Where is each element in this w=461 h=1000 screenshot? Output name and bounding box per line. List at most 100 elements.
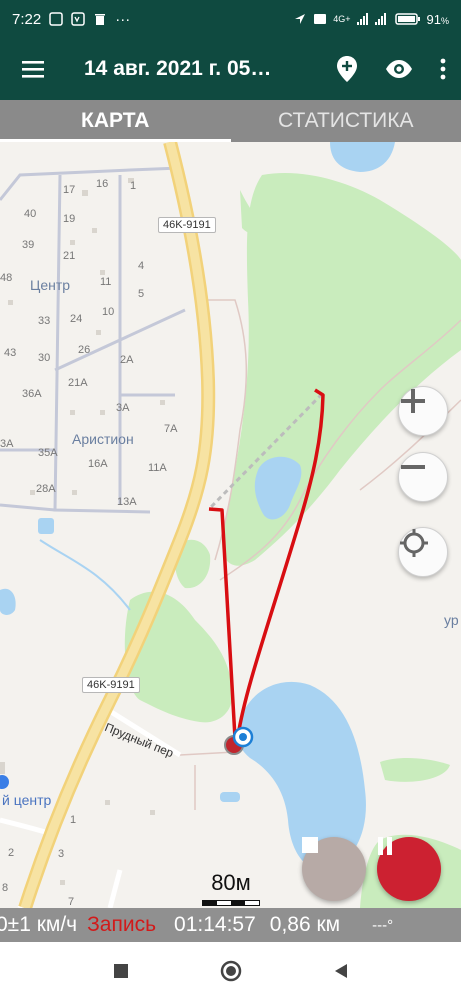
home-button[interactable] xyxy=(211,951,251,991)
road-label: 46K-9191 xyxy=(158,217,216,233)
house-number: 8 xyxy=(2,882,9,894)
buildings xyxy=(0,178,165,885)
add-marker-button[interactable] xyxy=(321,38,373,100)
house-number: 17 xyxy=(63,184,76,196)
house-number: 35A xyxy=(38,447,58,459)
area-label: Центр xyxy=(30,277,71,293)
plus-icon xyxy=(401,389,425,413)
vk-icon xyxy=(71,12,85,26)
trash-icon xyxy=(95,14,106,25)
minus-icon xyxy=(401,465,425,469)
road-label: 46K-9191 xyxy=(82,677,140,693)
status-time: 7:22 xyxy=(12,10,42,28)
signal-icon xyxy=(356,13,386,25)
tab-bar: КАРТА СТАТИСТИКА xyxy=(0,100,461,142)
more-vert-icon xyxy=(440,58,446,80)
duration-value: 01:14:57 xyxy=(174,913,256,936)
zoom-in-button[interactable] xyxy=(398,386,448,436)
battery-level: 91% xyxy=(427,12,449,27)
scale-label: 80м xyxy=(211,870,251,895)
house-number: 3 xyxy=(58,848,65,860)
app-bar: 14 авг. 2021 г. 05… xyxy=(0,38,461,100)
water-area xyxy=(0,588,16,615)
house-number: 16A xyxy=(88,458,108,470)
place-label: й центр xyxy=(2,792,52,808)
water-area xyxy=(220,792,240,802)
add-marker-icon xyxy=(337,56,357,82)
back-button[interactable] xyxy=(321,951,361,991)
house-number: 16 xyxy=(96,178,109,190)
zoom-out-button[interactable] xyxy=(398,452,448,502)
eye-icon xyxy=(386,60,412,78)
scale-bar xyxy=(202,900,260,906)
place-label: ур xyxy=(444,612,459,628)
house-number: 2A xyxy=(120,354,134,366)
pause-recording-button[interactable] xyxy=(377,837,441,901)
house-number: 2 xyxy=(8,847,15,859)
house-number: 3A xyxy=(0,438,14,450)
house-number: 33 xyxy=(38,315,51,327)
back-icon xyxy=(334,964,347,978)
house-number: 30 xyxy=(38,352,51,364)
house-number: 21 xyxy=(63,250,76,262)
hamburger-icon xyxy=(22,61,44,78)
battery-value: 91 xyxy=(426,11,441,27)
house-number: 11A xyxy=(148,462,167,474)
network-type: 4G+ xyxy=(333,14,351,24)
speed-value: 0±1 км/ч xyxy=(0,913,78,936)
house-number: 36A xyxy=(22,388,42,400)
tracking-info-bar: 0±1 км/ч Запись 01:14:57 0,86 км ---° xyxy=(0,908,461,942)
water-area xyxy=(38,518,54,534)
house-number: 7A xyxy=(164,423,178,435)
my-location-button[interactable] xyxy=(398,527,448,577)
house-number: 21A xyxy=(68,377,88,389)
recents-button[interactable] xyxy=(101,951,141,991)
house-number: 24 xyxy=(70,313,83,325)
house-number: 19 xyxy=(63,213,76,225)
recents-icon xyxy=(113,964,128,978)
battery-icon xyxy=(394,13,420,25)
house-number: 39 xyxy=(22,239,35,251)
house-number: 48 xyxy=(0,272,13,284)
house-number: 13A xyxy=(117,496,137,508)
poi-pin-icon xyxy=(0,775,9,789)
house-number: 4 xyxy=(138,260,145,272)
tab-statistics[interactable]: СТАТИСТИКА xyxy=(231,100,461,142)
battery-unit: % xyxy=(440,15,449,26)
status-more: ··· xyxy=(115,10,131,28)
message-icon xyxy=(49,12,63,26)
crosshair-icon xyxy=(400,529,428,557)
tab-map[interactable]: КАРТА xyxy=(0,100,231,142)
pause-icon xyxy=(378,837,392,855)
forest-area xyxy=(124,591,233,723)
area-label: Аристион xyxy=(72,431,134,447)
house-number: 1 xyxy=(130,180,137,192)
house-number: 7 xyxy=(68,896,75,908)
stream xyxy=(39,539,131,611)
location-arrow-icon xyxy=(295,14,306,24)
map-view[interactable]: 46K-9191 46K-9191 Центр Аристион Прудный… xyxy=(0,142,461,908)
menu-button[interactable] xyxy=(0,38,66,100)
house-number: 3A xyxy=(116,402,130,414)
house-number: 5 xyxy=(138,288,145,300)
house-number: 11 xyxy=(100,276,112,288)
recording-status: Запись xyxy=(87,913,157,936)
house-number: 43 xyxy=(4,347,17,359)
volte-icon xyxy=(314,14,327,24)
stop-icon xyxy=(302,837,318,853)
home-icon xyxy=(220,960,241,982)
bearing-value: ---° xyxy=(372,916,394,934)
system-nav-bar xyxy=(0,942,461,1000)
visibility-button[interactable] xyxy=(373,38,425,100)
status-bar: 7:22 ··· 4G+ 91% xyxy=(0,0,461,38)
house-number: 26 xyxy=(78,344,91,356)
distance-value: 0,86 км xyxy=(269,913,341,936)
water-area xyxy=(330,142,395,172)
house-number: 40 xyxy=(24,208,37,220)
park-area xyxy=(380,758,450,782)
overflow-menu-button[interactable] xyxy=(425,38,461,100)
track-title: 14 авг. 2021 г. 05… xyxy=(84,57,272,80)
house-number: 10 xyxy=(102,306,115,318)
house-number: 1 xyxy=(70,814,77,826)
stop-recording-button[interactable] xyxy=(302,837,366,901)
